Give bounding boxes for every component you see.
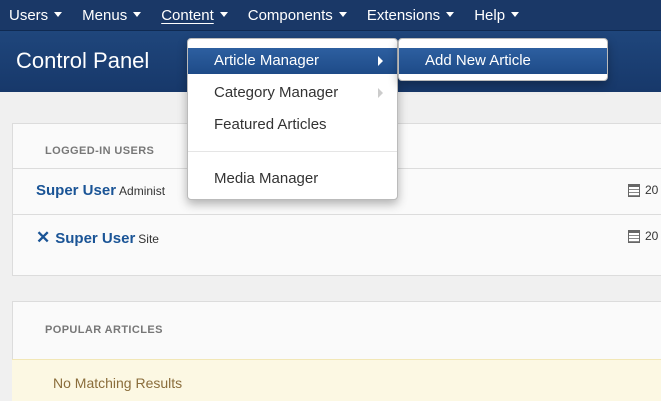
menu-item-category-manager[interactable]: Category Manager (188, 80, 397, 106)
panel-title: LOGGED-IN USERS (45, 145, 155, 157)
caret-down-icon (446, 12, 455, 17)
nav-users[interactable]: Users (9, 0, 63, 31)
menu-item-label: Add New Article (425, 52, 531, 69)
user-link[interactable]: Super User Administ (36, 182, 165, 199)
nav-menus[interactable]: Menus (82, 0, 142, 31)
caret-down-icon (511, 12, 520, 17)
nav-users-label: Users (9, 7, 49, 24)
article-submenu: Add New Article (398, 38, 608, 81)
caret-down-icon (54, 12, 63, 17)
nav-help-label: Help (474, 7, 506, 24)
content-dropdown-menu: Article Manager Category Manager Feature… (187, 38, 398, 200)
user-name: Super User (36, 182, 117, 199)
menu-item-media-manager[interactable]: Media Manager (188, 166, 397, 192)
nav-extensions-label: Extensions (366, 7, 441, 24)
user-link[interactable]: ✕ Super User Site (36, 228, 159, 248)
caret-down-icon (219, 12, 228, 17)
nav-content-label: Content (161, 7, 214, 24)
nav-content[interactable]: Content (161, 0, 228, 31)
calendar-icon (628, 230, 640, 243)
table-row: ✕ Super User Site 20 (13, 214, 661, 260)
page-title: Control Panel (16, 48, 150, 73)
menu-item-add-new-article[interactable]: Add New Article (399, 48, 607, 74)
nav-components[interactable]: Components (248, 0, 347, 31)
menu-item-article-manager[interactable]: Article Manager (188, 48, 397, 74)
caret-down-icon (133, 12, 142, 17)
user-name: Super User (55, 230, 136, 247)
menu-item-label: Article Manager (214, 52, 320, 69)
chevron-right-icon (378, 56, 383, 66)
close-icon[interactable]: ✕ (36, 228, 50, 248)
login-date: 20 (645, 229, 659, 243)
menu-item-featured-articles[interactable]: Featured Articles (188, 112, 397, 138)
chevron-right-icon (378, 88, 383, 98)
caret-down-icon (338, 12, 347, 17)
nav-extensions[interactable]: Extensions (366, 0, 455, 31)
menu-divider (188, 151, 397, 152)
top-nav: Users Menus Content Components Extension… (9, 0, 539, 31)
calendar-icon (628, 184, 640, 197)
user-location: Administ (119, 184, 166, 198)
no-results-alert: No Matching Results (12, 359, 661, 401)
menu-item-label: Featured Articles (214, 116, 327, 133)
menu-item-label: Category Manager (214, 84, 339, 101)
no-results-text: No Matching Results (53, 375, 183, 391)
nav-menus-label: Menus (82, 7, 128, 24)
panel-title: POPULAR ARTICLES (45, 324, 163, 336)
top-menu-bar: Users Menus Content Components Extension… (0, 0, 661, 31)
nav-components-label: Components (247, 7, 333, 24)
login-date: 20 (645, 183, 659, 197)
nav-help[interactable]: Help (474, 0, 520, 31)
user-location: Site (138, 232, 159, 246)
menu-item-label: Media Manager (214, 170, 319, 187)
